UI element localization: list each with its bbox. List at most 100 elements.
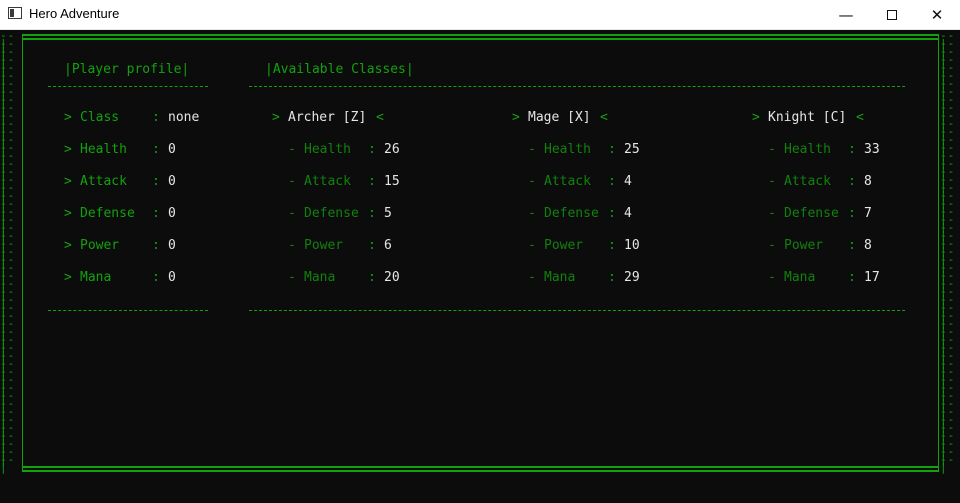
stat-label: Health [784,142,831,157]
stat-bullet: - [528,206,536,221]
stat-label: Mana [304,270,336,285]
stat-value: 7 [864,206,872,221]
stat-label: Power [784,238,824,253]
minimize-button[interactable]: — [823,0,869,29]
class-name-archer[interactable]: Archer [Z] [288,110,366,126]
class-open-marker: > [272,110,280,125]
stat-bullet: - [288,142,296,157]
console-area: --| --| --| --| --| --| --| --| --| --| --| --| --| -… [0,30,960,503]
profile-divider-bottom [48,310,208,311]
profile-value: none [168,110,200,125]
stat-value: 25 [624,142,640,157]
stat-value: 10 [624,238,640,253]
stat-bullet: - [768,206,776,221]
stat-separator: : [848,142,856,157]
stat-separator: : [368,174,376,189]
maximize-button[interactable] [869,0,915,29]
row-bullet: > [64,110,72,125]
stat-bullet: - [768,238,776,253]
stat-label: Power [304,238,344,253]
right-frame-line [938,34,939,472]
stat-separator: : [608,238,616,253]
left-border-gutter: --| --| --| --| --| --| --| --| --| --| --| --| --| -… [0,30,22,474]
top-double-border [22,34,938,40]
stat-bullet: - [528,174,536,189]
stat-separator: : [368,142,376,157]
stat-separator: : [608,270,616,285]
stat-separator: : [848,206,856,221]
row-bullet: > [64,270,72,285]
class-name-knight[interactable]: Knight [C] [768,110,846,126]
close-icon: ✕ [930,5,944,24]
stat-separator: : [368,238,376,253]
profile-label: Power [80,238,120,253]
stat-label: Mana [544,270,576,285]
stat-value: 20 [384,270,400,285]
stat-label: Attack [784,174,831,189]
stat-separator: : [608,206,616,221]
profile-label: Defense [80,206,135,221]
stat-label: Health [544,142,591,157]
stat-value: 8 [864,174,872,189]
profile-label: Attack [80,174,127,189]
profile-label: Class [80,110,120,125]
stat-separator: : [608,142,616,157]
border-glyph: --| [940,453,956,474]
app-window-icon [8,7,22,19]
stat-label: Attack [544,174,591,189]
window-title: Hero Adventure [29,6,120,21]
profile-divider-top [48,86,208,87]
stat-value: 26 [384,142,400,157]
class-name-mage[interactable]: Mage [X] [528,110,591,126]
class-open-marker: > [752,110,760,125]
profile-value: 0 [168,270,176,285]
row-bullet: > [64,238,72,253]
player-profile-header: |Player profile| [64,62,190,77]
right-border-gutter: --| --| --| --| --| --| --| --| --| --| --| --| --| -… [940,30,960,474]
class-close-marker: < [856,110,864,125]
row-separator: : [152,270,160,285]
stat-bullet: - [528,142,536,157]
stat-bullet: - [288,206,296,221]
stat-bullet: - [288,174,296,189]
stat-label: Mana [784,270,816,285]
class-close-marker: < [376,110,384,125]
stat-label: Defense [544,206,599,221]
profile-value: 0 [168,238,176,253]
classes-divider-top [249,86,905,87]
row-bullet: > [64,206,72,221]
stat-label: Health [304,142,351,157]
bottom-double-border [22,466,938,472]
stat-bullet: - [768,270,776,285]
stat-bullet: - [528,238,536,253]
row-separator: : [152,238,160,253]
row-separator: : [152,142,160,157]
row-bullet: > [64,142,72,157]
stat-bullet: - [528,270,536,285]
profile-label: Health [80,142,127,157]
maximize-icon [887,9,897,20]
stat-label: Defense [304,206,359,221]
stat-bullet: - [288,238,296,253]
stat-value: 4 [624,174,632,189]
window-titlebar: Hero Adventure — ✕ [0,0,960,30]
stat-separator: : [848,174,856,189]
stat-value: 33 [864,142,880,157]
border-glyph: --| [0,453,16,474]
stat-separator: : [368,206,376,221]
stat-value: 4 [624,206,632,221]
close-button[interactable]: ✕ [914,0,960,29]
stat-label: Power [544,238,584,253]
stat-value: 17 [864,270,880,285]
row-separator: : [152,110,160,125]
stat-value: 8 [864,238,872,253]
stat-separator: : [848,238,856,253]
row-separator: : [152,174,160,189]
stat-value: 6 [384,238,392,253]
profile-value: 0 [168,174,176,189]
stat-label: Defense [784,206,839,221]
minimize-icon: — [838,5,854,24]
classes-divider-bottom [249,310,905,311]
stat-separator: : [848,270,856,285]
profile-value: 0 [168,142,176,157]
